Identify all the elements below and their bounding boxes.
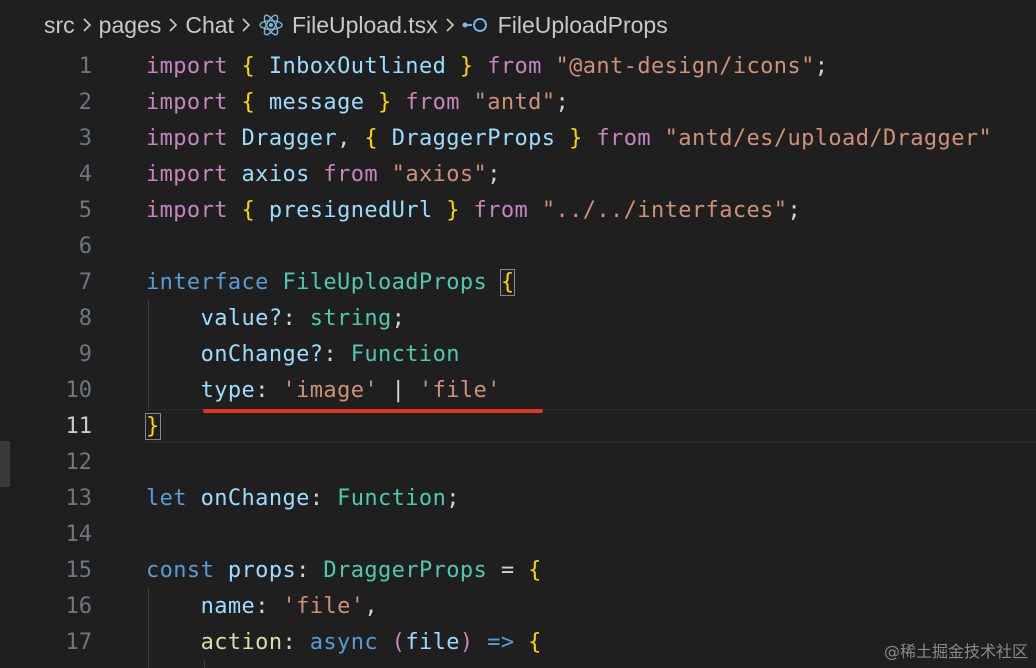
react-icon xyxy=(258,12,284,38)
code-text: import Dragger, { DraggerProps } from "a… xyxy=(146,125,993,151)
code-line[interactable]: 14 xyxy=(0,516,1036,552)
code-line[interactable]: 17 action: async (file) => { xyxy=(0,624,1036,660)
code-text: let onChange: Function; xyxy=(146,485,460,511)
breadcrumb: src pages Chat FileUpload.tsx FileUpload… xyxy=(44,0,668,50)
code-line[interactable]: 5 import { presignedUrl } from "../../in… xyxy=(0,192,1036,228)
line-number: 5 xyxy=(78,197,92,223)
code-line[interactable]: 7 interface FileUploadProps { xyxy=(0,264,1036,300)
code-line[interactable]: 8 value?: string; xyxy=(0,300,1036,336)
interface-icon xyxy=(462,17,490,33)
chevron-right-icon xyxy=(234,17,258,33)
line-number: 2 xyxy=(78,89,92,115)
code-line[interactable]: 10 type: 'image' | 'file' xyxy=(0,372,1036,408)
code-line[interactable]: 6 xyxy=(0,228,1036,264)
line-number: 11 xyxy=(65,413,93,439)
line-number: 8 xyxy=(78,305,92,331)
indent-guide xyxy=(204,660,205,668)
code-line[interactable]: 9 onChange?: Function xyxy=(0,336,1036,372)
code-text: import { InboxOutlined } from "@ant-desi… xyxy=(146,53,829,79)
line-number: 7 xyxy=(78,269,92,295)
code-text: value?: string; xyxy=(200,305,406,331)
code-line[interactable]: 16 name: 'file', xyxy=(0,588,1036,624)
line-number: 4 xyxy=(78,161,92,187)
code-editor[interactable]: 1 import { InboxOutlined } from "@ant-de… xyxy=(0,48,1036,668)
watermark: @稀土掘金技术社区 xyxy=(883,642,1028,661)
code-line[interactable]: 1 import { InboxOutlined } from "@ant-de… xyxy=(0,48,1036,84)
code-text: action: async (file) => { xyxy=(200,629,542,655)
breadcrumb-src[interactable]: src xyxy=(44,12,75,39)
code-line[interactable]: 2 import { message } from "antd"; xyxy=(0,84,1036,120)
line-number: 10 xyxy=(65,377,93,403)
line-number: 16 xyxy=(65,593,93,619)
code-text: } xyxy=(145,412,161,440)
breadcrumb-chat[interactable]: Chat xyxy=(185,12,234,39)
code-line[interactable]: 12 xyxy=(0,444,1036,480)
line-number: 12 xyxy=(65,449,93,475)
breadcrumb-file[interactable]: FileUpload.tsx xyxy=(292,12,438,39)
line-number: 9 xyxy=(78,341,92,367)
code-text: interface FileUploadProps { xyxy=(146,268,516,296)
line-number: 3 xyxy=(78,125,92,151)
code-text: onChange?: Function xyxy=(200,341,460,367)
code-text: import { presignedUrl } from "../../inte… xyxy=(146,197,802,223)
code-text: import { message } from "antd"; xyxy=(146,89,570,115)
line-number: 15 xyxy=(65,557,93,583)
breadcrumb-pages[interactable]: pages xyxy=(99,12,162,39)
code-line-current[interactable]: 11 } xyxy=(0,408,1036,444)
line-number: 13 xyxy=(65,485,93,511)
code-text: const props: DraggerProps = { xyxy=(146,557,542,583)
line-number: 14 xyxy=(65,521,93,547)
code-line[interactable]: 3 import Dragger, { DraggerProps } from … xyxy=(0,120,1036,156)
annotation-underline xyxy=(203,409,543,413)
chevron-right-icon xyxy=(75,17,99,33)
line-number: 1 xyxy=(78,53,92,79)
chevron-right-icon xyxy=(161,17,185,33)
code-line[interactable]: 4 import axios from "axios"; xyxy=(0,156,1036,192)
line-number: 6 xyxy=(78,233,92,259)
line-number: 17 xyxy=(65,629,93,655)
breadcrumb-symbol[interactable]: FileUploadProps xyxy=(498,12,668,39)
code-text: import axios from "axios"; xyxy=(146,161,501,187)
code-line[interactable]: 15 const props: DraggerProps = { xyxy=(0,552,1036,588)
code-line[interactable]: 13 let onChange: Function; xyxy=(0,480,1036,516)
code-text: name: 'file', xyxy=(200,593,379,619)
scroll-marker xyxy=(0,441,10,487)
chevron-right-icon xyxy=(438,17,462,33)
code-text: type: 'image' | 'file' xyxy=(200,377,501,403)
